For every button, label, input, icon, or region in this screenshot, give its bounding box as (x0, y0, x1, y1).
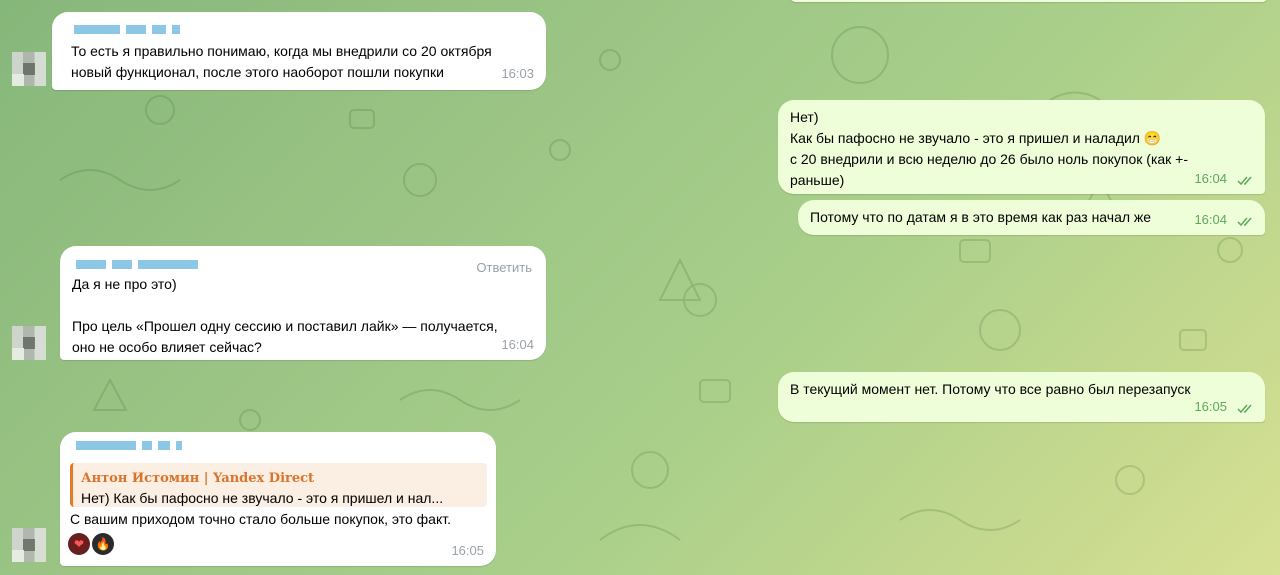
message-bubble-incoming[interactable]: Ответить Да я не про это) Про цель «Прош… (60, 246, 546, 360)
heart-reaction-icon[interactable]: ❤ (68, 533, 90, 555)
sender-name-redacted[interactable] (76, 441, 188, 451)
message-text: Нет) Как бы пафосно не звучало - это я п… (790, 109, 1189, 188)
quote-author: Антон Истомин | Yandex Direct (81, 471, 315, 486)
sender-name-redacted[interactable] (74, 25, 186, 35)
message-bubble-incoming[interactable]: Антон Истомин | Yandex Direct Нет) Как б… (60, 432, 496, 566)
avatar[interactable] (12, 326, 46, 360)
avatar[interactable] (12, 528, 46, 562)
fire-reaction-icon[interactable]: 🔥 (92, 533, 114, 555)
message-text: Потому что по датам я в это время как ра… (810, 209, 1152, 225)
message-time: 16:04 (1194, 171, 1227, 186)
message-bubble-incoming[interactable]: То есть я правильно понимаю, когда мы вн… (52, 12, 546, 90)
message-bubble-outgoing[interactable]: Нет) Как бы пафосно не звучало - это я п… (778, 100, 1265, 194)
avatar[interactable] (12, 52, 46, 86)
message-time: 16:05 (1194, 399, 1227, 414)
message-time: 16:04 (501, 337, 534, 352)
message-bubble-outgoing[interactable]: В текущий момент нет. Потому что все рав… (778, 372, 1265, 422)
message-time: 16:03 (501, 66, 534, 81)
reactions[interactable]: ❤ 🔥 (68, 533, 114, 555)
double-check-icon (1237, 176, 1252, 186)
message-text: То есть я правильно понимаю, когда мы вн… (71, 43, 492, 80)
sender-name-redacted[interactable] (76, 260, 204, 270)
message-text: С вашим приходом точно стало больше поку… (70, 511, 451, 527)
quote-text: Нет) Как бы пафосно не звучало - это я п… (81, 490, 444, 506)
message-text: Да я не про это) Про цель «Прошел одну с… (72, 276, 498, 355)
message-time: 16:04 (1194, 212, 1227, 227)
double-check-icon (1237, 404, 1252, 414)
message-text: В текущий момент нет. Потому что все рав… (790, 381, 1191, 397)
reply-quote[interactable]: Антон Истомин | Yandex Direct Нет) Как б… (70, 463, 487, 507)
message-bubble-outgoing[interactable]: Потому что по датам я в это время как ра… (798, 200, 1265, 235)
message-time: 16:05 (451, 543, 484, 558)
double-check-icon (1237, 217, 1252, 227)
message-bubble-partial (790, 0, 1268, 2)
